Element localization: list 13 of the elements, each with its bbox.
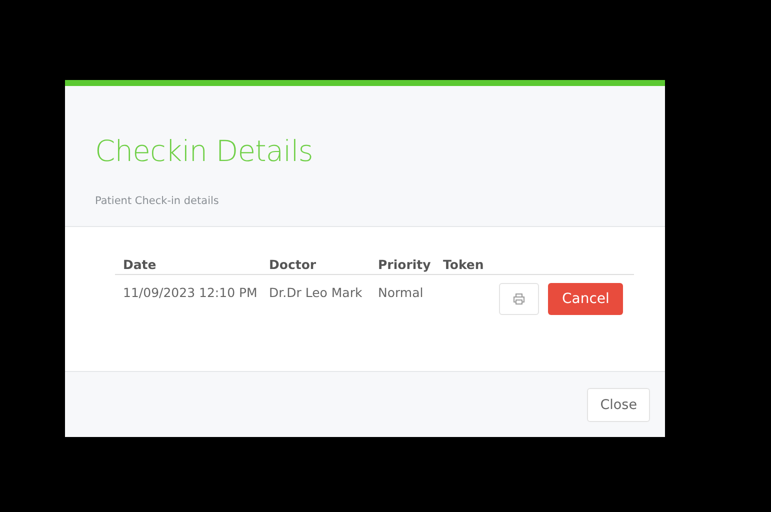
column-header: Date — [115, 249, 261, 275]
table-cell-text: Normal — [377, 284, 424, 300]
print-button[interactable] — [499, 283, 539, 315]
close-button[interactable]: Close — [587, 388, 650, 422]
printer-icon — [513, 293, 525, 305]
column-header: Token — [435, 249, 492, 275]
table-cell-text: 11/09/2023 12:10 PM — [122, 284, 258, 300]
column-header: Doctor — [261, 249, 370, 275]
modal-title: Checkin Details — [95, 133, 314, 169]
modal-subtitle: Patient Check-in details — [95, 195, 219, 207]
cancel-button[interactable]: Cancel — [548, 283, 624, 315]
table-cell-text: Dr.Dr Leo Mark — [268, 284, 364, 300]
column-header: Priority — [370, 249, 435, 275]
